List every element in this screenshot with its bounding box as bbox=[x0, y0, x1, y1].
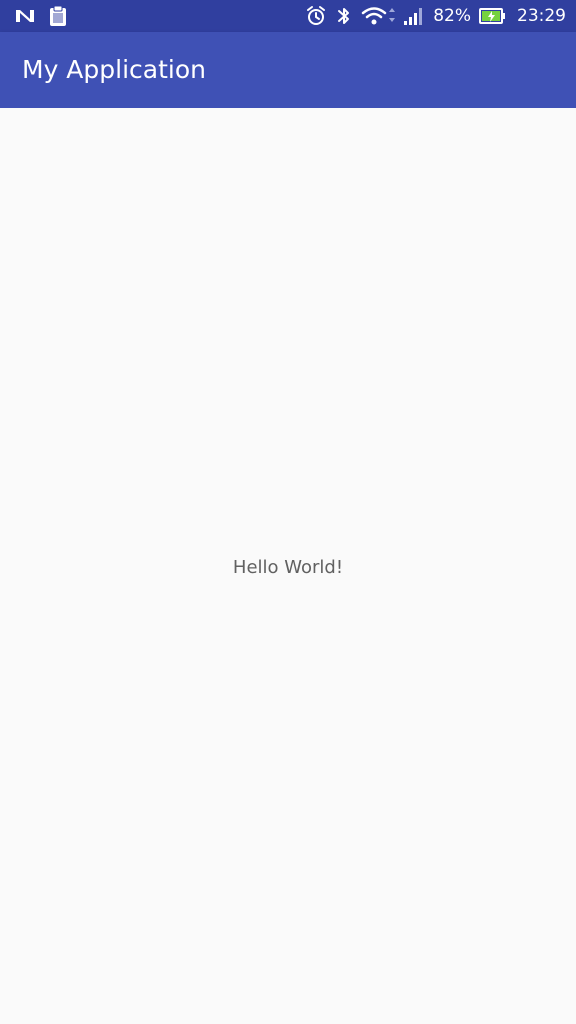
status-bar-left-icons bbox=[14, 5, 68, 27]
signal-icon bbox=[403, 5, 423, 27]
main-content: Hello World! bbox=[0, 108, 576, 1024]
status-bar: 82% 23:29 bbox=[0, 0, 576, 32]
bluetooth-icon bbox=[335, 5, 353, 27]
hello-world-text: Hello World! bbox=[232, 557, 344, 578]
battery-charging-icon bbox=[479, 7, 507, 25]
app-screen: 82% 23:29 My Application Hello World! bbox=[0, 0, 576, 1024]
status-time: 23:29 bbox=[517, 6, 566, 26]
app-title: My Application bbox=[22, 55, 206, 84]
wifi-icon bbox=[361, 5, 396, 27]
alarm-icon bbox=[305, 5, 327, 27]
app-bar: My Application bbox=[0, 32, 576, 108]
n-notification-icon bbox=[14, 7, 36, 25]
status-bar-right-icons: 82% 23:29 bbox=[305, 5, 566, 27]
battery-percent: 82% bbox=[433, 6, 471, 26]
clipboard-notification-icon bbox=[48, 5, 68, 27]
